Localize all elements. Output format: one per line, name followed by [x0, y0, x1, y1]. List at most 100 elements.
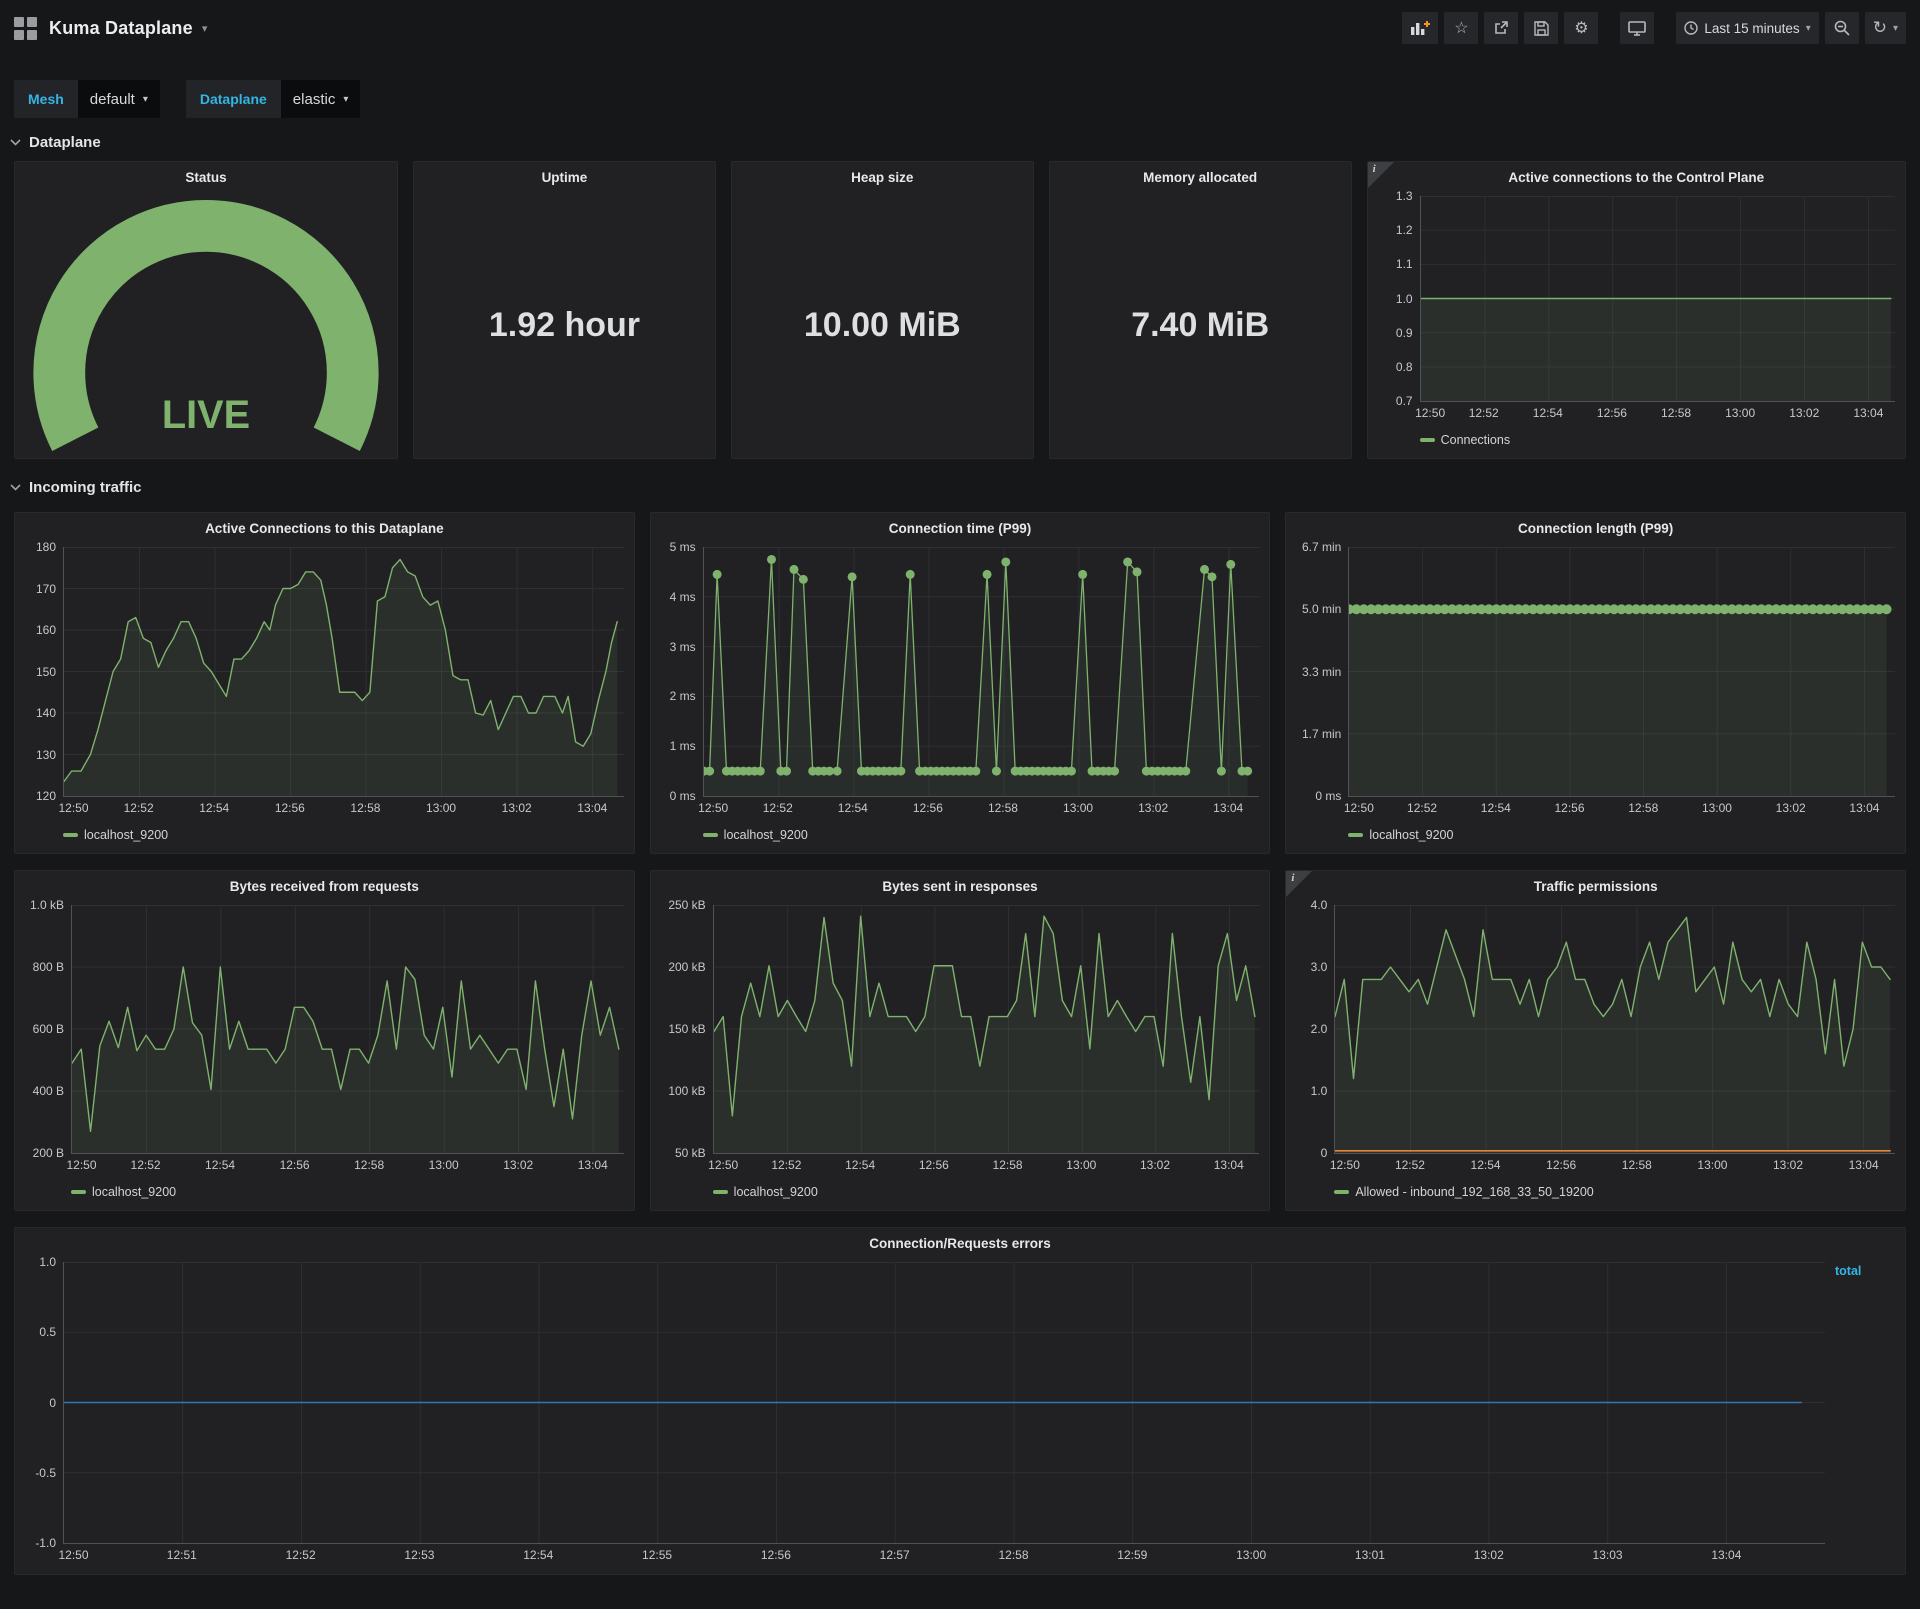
y-axis-labels: 4.0 3.0 2.0 1.0 0 [1310, 898, 1328, 1160]
panel-title[interactable]: Active connections to the Control Plane [1368, 162, 1905, 192]
panel-title[interactable]: Connection/Requests errors [15, 1228, 1905, 1258]
legend: localhost_9200 [63, 823, 624, 847]
legend-item[interactable]: Allowed - inbound_192_168_33_50_19200 [1334, 1185, 1594, 1199]
template-variables-row: Mesh default ▾ Dataplane elastic ▾ [0, 56, 1920, 118]
chevron-down-icon: ▾ [1892, 22, 1898, 34]
legend-series-color [712, 1190, 728, 1194]
plot-area[interactable] [1334, 905, 1896, 1154]
dashboard-title[interactable]: Kuma Dataplane ▾ [49, 18, 207, 39]
legend-series-color [63, 833, 78, 837]
x-axis-labels: 12:50 12:52 12:54 12:56 12:58 13:00 13:02 13:04 [58, 801, 608, 815]
panel-title[interactable]: Heap size [732, 162, 1033, 192]
zoom-out-button[interactable] [1824, 12, 1859, 44]
chart-bytes-sent[interactable]: 250 kB 200 kB 150 kB 100 kB 50 kB 12:50 12:52 1… [651, 898, 1270, 1210]
legend: Connections [1419, 428, 1895, 452]
chart-control-plane-connections[interactable]: 1.3 1.2 1.1 1.0 0.9 0.8 0.7 12:50 12:52 12:54 12:5… [1368, 189, 1905, 458]
plot-area[interactable] [1419, 196, 1895, 402]
panel-title[interactable]: Connection time (P99) [651, 513, 1270, 543]
legend-item[interactable]: Connections [1419, 433, 1510, 447]
star-button[interactable]: ☆ [1444, 12, 1479, 44]
chart-connection-length[interactable]: 6.7 min 5.0 min 3.3 min 1.7 min 0 ms 12:50 12:… [1286, 540, 1905, 853]
chart-connection-errors[interactable]: 1.0 0.5 0 -0.5 -1.0 total 12:50 12:51 12:52 12:53… [15, 1255, 1905, 1574]
refresh-icon: ↻ [1872, 18, 1887, 37]
section-header-dataplane[interactable]: Dataplane [0, 118, 1920, 161]
legend-item[interactable]: localhost_9200 [712, 1185, 818, 1199]
info-icon[interactable]: i [1286, 871, 1313, 897]
x-axis-labels: 12:50 12:51 12:52 12:53 12:54 12:55 12:56 12:57… [58, 1548, 1742, 1562]
chart-svg [64, 1262, 1825, 1543]
x-axis-labels: 12:50 12:52 12:54 12:56 12:58 13:00 13:02 13:04 [1415, 406, 1884, 420]
save-button[interactable] [1524, 12, 1559, 44]
legend-item[interactable]: localhost_9200 [63, 828, 168, 842]
legend-right: total [1825, 1262, 1895, 1544]
info-icon[interactable]: i [1367, 162, 1394, 188]
x-axis-labels: 12:50 12:52 12:54 12:56 12:58 13:00 13:02 13:04 [1329, 1158, 1879, 1172]
plot-area[interactable] [63, 547, 624, 797]
panel-active-connections: Active Connections to this Dataplane 180… [14, 512, 635, 854]
variable-dataplane[interactable]: Dataplane elastic ▾ [185, 80, 361, 118]
add-panel-icon [1411, 21, 1431, 35]
variable-value: default [89, 90, 135, 108]
clock-icon [1684, 21, 1699, 35]
legend-item[interactable]: localhost_9200 [702, 828, 808, 842]
panel-uptime: Uptime 1.92 hour [413, 161, 716, 459]
plot-area[interactable] [71, 905, 624, 1154]
plot-area[interactable] [1348, 547, 1896, 797]
legend-item[interactable]: localhost_9200 [1348, 828, 1453, 842]
plot-area[interactable] [63, 1262, 1825, 1544]
panel-title[interactable]: Traffic permissions [1286, 871, 1905, 901]
y-axis-labels: 1.0 0.5 0 -0.5 -1.0 [35, 1255, 56, 1550]
panel-status: Status LIVE [14, 161, 399, 459]
gear-icon: ⚙ [1574, 20, 1589, 37]
plot-area[interactable] [712, 905, 1260, 1154]
panel-title[interactable]: Memory allocated [1050, 162, 1351, 192]
y-axis-labels: 1.3 1.2 1.1 1.0 0.9 0.8 0.7 [1395, 189, 1413, 408]
chart-bytes-received[interactable]: 1.0 kB 800 B 600 B 400 B 200 B 12:50 12:52 12:5… [15, 898, 634, 1210]
section-header-incoming-traffic[interactable]: Incoming traffic [0, 459, 1920, 506]
add-panel-button[interactable] [1402, 12, 1439, 44]
chevron-down-icon: ▾ [1805, 22, 1811, 34]
share-button[interactable] [1484, 12, 1519, 44]
panel-connection-length: Connection length (P99) 6.7 min 5.0 min 3.… [1285, 512, 1907, 854]
chevron-down-icon: ▾ [343, 93, 349, 105]
panel-title[interactable]: Bytes sent in responses [651, 871, 1270, 901]
legend-item[interactable]: total [1835, 1264, 1893, 1278]
legend: localhost_9200 [1348, 823, 1895, 847]
panel-title[interactable]: Connection length (P99) [1286, 513, 1905, 543]
variable-mesh[interactable]: Mesh default ▾ [14, 80, 160, 118]
chart-active-connections[interactable]: 180 170 160 150 140 130 120 12:50 12:52 12:54 12:5… [15, 540, 634, 853]
plot-area[interactable] [702, 547, 1260, 797]
heap-size-value: 10.00 MiB [803, 305, 961, 344]
x-axis-labels: 12:50 12:52 12:54 12:56 12:58 13:00 13:02 13:04 [66, 1158, 608, 1172]
gauge-svg: LIVE [33, 200, 379, 451]
panel-bytes-sent: Bytes sent in responses 250 kB 200 kB 150 … [649, 870, 1271, 1211]
legend-series-color [71, 1190, 86, 1194]
save-icon [1534, 20, 1549, 36]
panel-title[interactable]: Bytes received from requests [15, 871, 634, 901]
chevron-down-icon [10, 484, 21, 491]
panel-title[interactable]: Uptime [414, 162, 715, 192]
grafana-dashboard-icon[interactable] [14, 16, 37, 40]
x-axis-labels: 12:50 12:52 12:54 12:56 12:58 13:00 13:02 13:04 [1343, 801, 1880, 815]
status-gauge: LIVE [15, 192, 397, 458]
time-picker-button[interactable]: Last 15 minutes ▾ [1676, 12, 1819, 44]
settings-button[interactable]: ⚙ [1564, 12, 1599, 44]
y-axis-labels: 250 kB 200 kB 150 kB 100 kB 50 kB [668, 898, 706, 1160]
panel-title[interactable]: Status [15, 162, 397, 192]
refresh-button[interactable]: ↻ ▾ [1864, 12, 1906, 44]
tv-mode-button[interactable] [1620, 12, 1655, 44]
chevron-down-icon: ▾ [201, 22, 208, 35]
legend: Allowed - inbound_192_168_33_50_19200 [1334, 1180, 1895, 1204]
status-value: LIVE [162, 393, 250, 437]
y-axis-labels: 6.7 min 5.0 min 3.3 min 1.7 min 0 ms [1301, 540, 1342, 803]
chart-traffic-permissions[interactable]: 4.0 3.0 2.0 1.0 0 12:50 12:52 12:54 12:56 12:58 13… [1286, 898, 1905, 1210]
panel-title[interactable]: Active Connections to this Dataplane [15, 513, 634, 543]
legend-item[interactable]: localhost_9200 [71, 1185, 176, 1199]
legend: localhost_9200 [702, 823, 1260, 847]
time-range-label: Last 15 minutes [1704, 20, 1800, 36]
legend: localhost_9200 [71, 1180, 624, 1204]
panel-connection-errors: Connection/Requests errors 1.0 0.5 0 -0.5 -1… [14, 1227, 1906, 1575]
monitor-icon [1628, 20, 1647, 36]
chart-connection-time[interactable]: 5 ms 4 ms 3 ms 2 ms 1 ms 0 ms 12:50 12:52 12:54 1… [651, 540, 1270, 853]
chart-svg [72, 905, 624, 1153]
